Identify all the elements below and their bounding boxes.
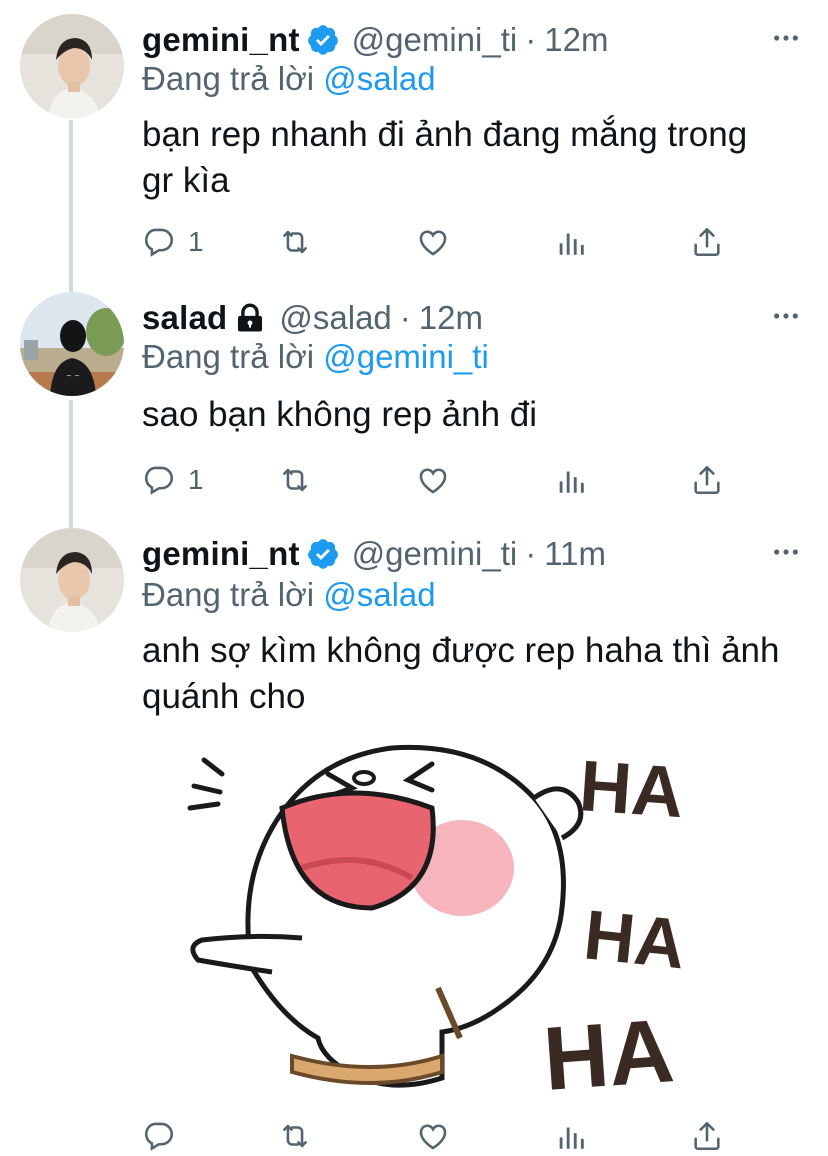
retweet-button[interactable] bbox=[278, 222, 312, 262]
analytics-button[interactable] bbox=[554, 460, 588, 500]
like-button[interactable] bbox=[416, 1116, 450, 1156]
tweet-text: bạn rep nhanh đi ảnh đang mắng trong gr … bbox=[142, 115, 748, 200]
timestamp[interactable]: 12m bbox=[544, 21, 608, 59]
share-button[interactable] bbox=[690, 222, 724, 262]
share-button[interactable] bbox=[690, 460, 724, 500]
separator: · bbox=[525, 21, 537, 58]
reply-icon bbox=[144, 466, 174, 495]
retweet-button[interactable] bbox=[278, 460, 312, 500]
tweet-header: salad @salad · 12m bbox=[142, 296, 483, 340]
reply-button[interactable]: 1 bbox=[142, 460, 204, 500]
reply-icon bbox=[144, 228, 174, 257]
svg-text:~ ~: ~ ~ bbox=[66, 372, 80, 380]
handle[interactable]: @gemini_ti bbox=[352, 535, 518, 573]
analytics-icon bbox=[559, 1127, 584, 1149]
mention-link[interactable]: @salad bbox=[323, 60, 435, 97]
avatar-gemini[interactable] bbox=[20, 528, 124, 632]
replying-prefix: Đang trả lời bbox=[142, 576, 315, 613]
thread-line bbox=[69, 400, 73, 528]
analytics-button[interactable] bbox=[554, 1116, 588, 1156]
tweet-header: gemini_nt @gemini_ti · 11m bbox=[142, 532, 606, 576]
replying-to: Đang trả lời @salad bbox=[142, 576, 436, 614]
tweet-text: sao bạn không rep ảnh đi bbox=[142, 395, 538, 434]
like-button[interactable] bbox=[416, 222, 450, 262]
like-icon bbox=[419, 230, 447, 256]
share-icon bbox=[694, 227, 720, 257]
mention-link[interactable]: @gemini_ti bbox=[323, 338, 489, 375]
more-icon[interactable] bbox=[772, 302, 800, 330]
share-button[interactable] bbox=[690, 1116, 724, 1156]
like-button[interactable] bbox=[416, 460, 450, 500]
like-icon bbox=[419, 1124, 447, 1150]
verified-badge-icon bbox=[307, 539, 338, 569]
action-bar bbox=[142, 1116, 742, 1156]
action-bar: 1 bbox=[142, 460, 742, 500]
reply-button[interactable]: 1 bbox=[142, 222, 204, 262]
tweet-header: gemini_nt @gemini_ti · 12m bbox=[142, 18, 608, 62]
analytics-icon bbox=[559, 233, 584, 255]
replying-prefix: Đang trả lời bbox=[142, 338, 315, 375]
analytics-icon bbox=[559, 471, 584, 493]
handle[interactable]: @salad bbox=[279, 299, 391, 337]
retweet-button[interactable] bbox=[278, 1116, 312, 1156]
ha-text-3: HA bbox=[540, 1001, 677, 1102]
avatar-salad[interactable]: ~ ~ bbox=[20, 292, 124, 396]
tweet-media[interactable]: HA HA HA bbox=[142, 738, 762, 1102]
thread-line bbox=[69, 120, 73, 292]
action-bar: 1 bbox=[142, 222, 742, 262]
reply-count: 1 bbox=[188, 226, 204, 257]
display-name[interactable]: gemini_nt bbox=[142, 21, 300, 59]
retweet-icon bbox=[283, 1124, 307, 1148]
verified-badge-icon bbox=[307, 25, 338, 55]
like-icon bbox=[419, 468, 447, 494]
replying-to: Đang trả lời @salad bbox=[142, 60, 436, 98]
ha-text-2: HA bbox=[580, 895, 689, 983]
reply-button[interactable] bbox=[142, 1116, 188, 1156]
more-icon[interactable] bbox=[772, 24, 800, 52]
timestamp[interactable]: 12m bbox=[419, 299, 483, 337]
tweet-text: anh sợ kìm không được rep haha thì ảnh q… bbox=[142, 631, 780, 716]
avatar-gemini[interactable] bbox=[20, 14, 124, 118]
lock-icon bbox=[238, 303, 263, 332]
timestamp[interactable]: 11m bbox=[544, 535, 606, 573]
mention-link[interactable]: @salad bbox=[323, 576, 435, 613]
share-icon bbox=[694, 1121, 720, 1151]
reply-icon bbox=[144, 1122, 174, 1151]
display-name[interactable]: salad bbox=[142, 299, 227, 337]
display-name[interactable]: gemini_nt bbox=[142, 535, 300, 573]
ha-text-1: HA bbox=[577, 746, 686, 833]
retweet-icon bbox=[283, 230, 307, 254]
share-icon bbox=[694, 465, 720, 495]
retweet-icon bbox=[283, 468, 307, 492]
analytics-button[interactable] bbox=[554, 222, 588, 262]
more-icon[interactable] bbox=[772, 538, 800, 566]
separator: · bbox=[525, 535, 537, 572]
handle[interactable]: @gemini_ti bbox=[352, 21, 518, 59]
laughing-bear-sticker: HA HA HA bbox=[187, 744, 689, 1102]
separator: · bbox=[399, 299, 411, 336]
reply-count: 1 bbox=[188, 464, 204, 495]
replying-to: Đang trả lời @gemini_ti bbox=[142, 338, 489, 376]
replying-prefix: Đang trả lời bbox=[142, 60, 315, 97]
